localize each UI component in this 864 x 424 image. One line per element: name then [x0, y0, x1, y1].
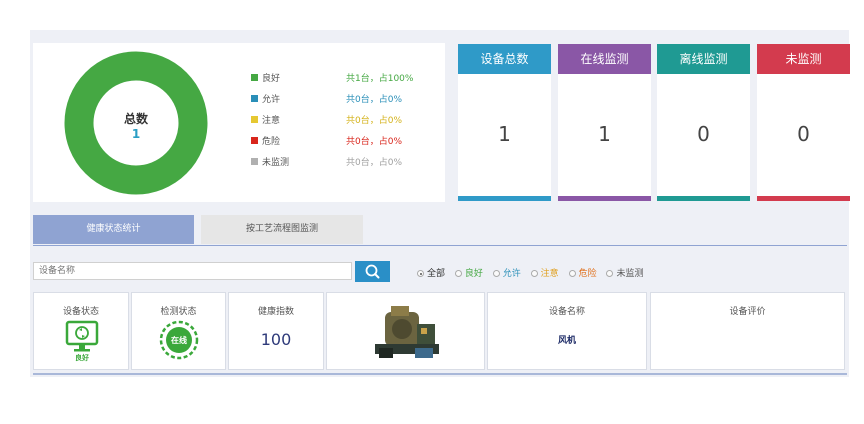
filter-unmonitored[interactable]: 未监测	[606, 266, 643, 279]
status-filter-group: 全部 良好 允许 注意 危险 未监测	[417, 266, 650, 279]
stat-card-title: 未监测	[757, 44, 850, 74]
summary-card: 总数 1 良好 共1台，占100% 允许 共0台，占0% 注意 共0台，占0% …	[33, 43, 445, 202]
radio-icon	[606, 270, 614, 277]
health-index-card: 健康指数 100	[228, 292, 324, 370]
filter-all[interactable]: 全部	[417, 266, 445, 279]
stat-card-value: 0	[797, 122, 810, 146]
filter-label: 良好	[464, 269, 483, 279]
device-status-value: 良好	[75, 353, 89, 362]
device-rating-card: 设备评价	[650, 292, 845, 370]
stat-card-total[interactable]: 设备总数 1	[458, 44, 551, 201]
search-button[interactable]	[355, 261, 390, 282]
dashboard-panel: 总数 1 良好 共1台，占100% 允许 共0台，占0% 注意 共0台，占0% …	[30, 30, 850, 377]
radio-icon	[454, 270, 462, 277]
device-rating-label: 设备评价	[729, 307, 766, 317]
legend-stat: 共0台，占0%	[346, 158, 403, 168]
device-search-input[interactable]	[33, 262, 352, 280]
filter-caution[interactable]: 注意	[530, 266, 559, 279]
search-icon	[365, 264, 380, 279]
legend-swatch	[251, 95, 258, 102]
filter-label: 注意	[540, 269, 559, 279]
radio-icon	[492, 270, 500, 277]
legend-swatch	[251, 137, 258, 144]
donut-total: 1	[131, 127, 141, 141]
tab-divider	[33, 245, 847, 246]
detect-status-label: 检测状态	[160, 307, 197, 317]
filter-label: 全部	[427, 269, 446, 279]
radio-icon	[417, 270, 424, 277]
radio-icon	[568, 270, 576, 277]
device-name-value: 风机	[557, 336, 576, 346]
filter-allowed[interactable]: 允许	[492, 266, 521, 279]
stat-card-unmonitored[interactable]: 未监测 0	[757, 44, 850, 201]
legend-stat: 共0台，占0%	[346, 95, 403, 105]
stat-card-value: 1	[598, 122, 611, 146]
legend-label: 未监测	[262, 158, 290, 168]
filter-label: 危险	[578, 269, 597, 279]
legend-swatch	[251, 158, 258, 165]
legend-label: 注意	[262, 116, 281, 126]
stat-card-footer	[458, 196, 551, 201]
legend-stat: 共0台，占0%	[346, 116, 403, 126]
tab-health-status[interactable]: 健康状态统计	[33, 215, 194, 244]
device-name-card: 设备名称 风机	[487, 292, 647, 370]
detect-status-value: 在线	[171, 335, 187, 345]
legend-label: 良好	[262, 74, 281, 84]
legend-stat: 共0台，占0%	[346, 137, 403, 147]
detect-status-card: 检测状态 在线	[131, 292, 226, 370]
online-badge-icon: 在线	[159, 320, 199, 360]
tab-process-flow[interactable]: 按工艺流程图监测	[201, 215, 363, 244]
device-status-label: 设备状态	[62, 307, 99, 317]
stat-card-footer	[657, 196, 750, 201]
stat-card-value: 1	[498, 122, 511, 146]
filter-label: 未监测	[616, 269, 644, 279]
bottom-divider	[33, 373, 847, 375]
stat-card-online[interactable]: 在线监测 1	[558, 44, 651, 201]
filter-danger[interactable]: 危险	[568, 266, 597, 279]
health-index-value: 100	[260, 330, 292, 349]
filter-label: 允许	[502, 269, 521, 279]
legend-label: 允许	[262, 95, 281, 105]
stat-card-title: 在线监测	[558, 44, 651, 74]
health-index-label: 健康指数	[257, 307, 294, 317]
stat-card-offline[interactable]: 离线监测 0	[657, 44, 750, 201]
fan-machine-image	[371, 300, 445, 364]
monitor-status-icon: 良好	[65, 320, 99, 362]
stat-card-footer	[558, 196, 651, 201]
legend-swatch	[251, 116, 258, 123]
legend-swatch	[251, 74, 258, 81]
donut-title: 总数	[123, 112, 148, 126]
device-status-card: 设备状态 良好	[33, 292, 129, 370]
filter-good[interactable]: 良好	[454, 266, 483, 279]
radio-icon	[530, 270, 538, 277]
stat-card-value: 0	[697, 122, 710, 146]
stat-card-footer	[757, 196, 850, 201]
device-name-label: 设备名称	[548, 307, 585, 317]
legend-label: 危险	[262, 137, 281, 147]
stat-card-title: 离线监测	[657, 44, 750, 74]
legend-stat: 共1台，占100%	[346, 74, 414, 84]
device-image-card	[326, 292, 485, 370]
stat-card-title: 设备总数	[458, 44, 551, 74]
